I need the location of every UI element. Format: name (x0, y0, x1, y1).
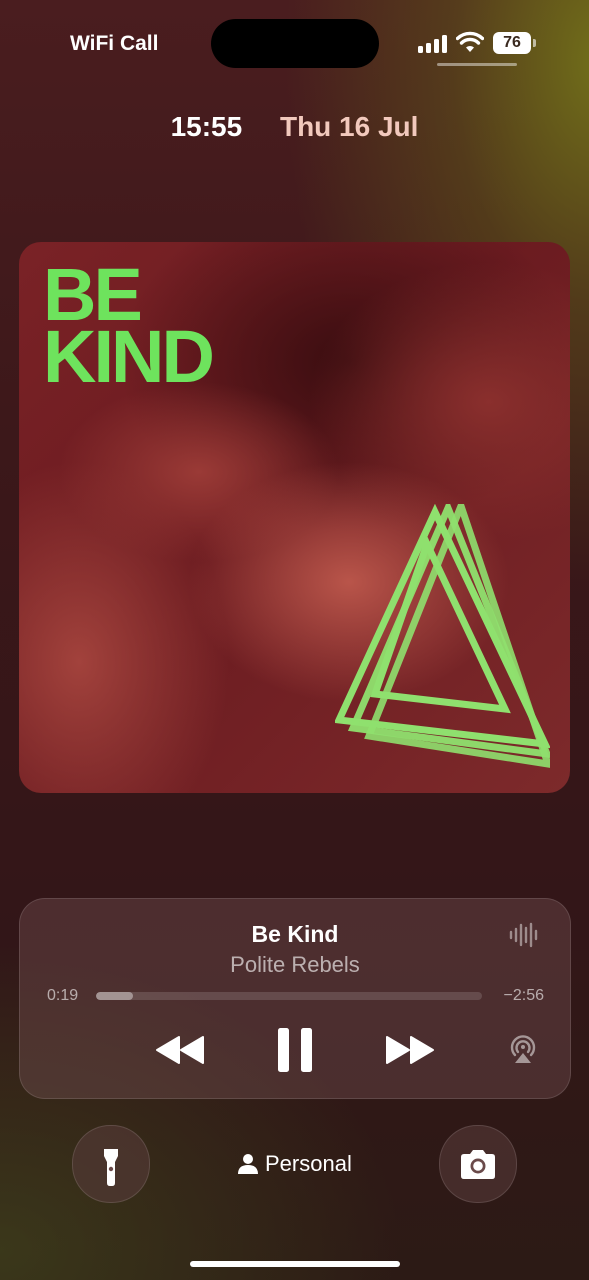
dynamic-island (211, 19, 379, 68)
battery-level: 76 (503, 34, 521, 51)
camera-button[interactable] (439, 1125, 517, 1203)
home-indicator[interactable] (190, 1261, 400, 1267)
triangle-logo-icon (335, 504, 550, 768)
person-icon (238, 1154, 258, 1174)
focus-mode-indicator[interactable]: Personal (238, 1150, 352, 1178)
camera-icon (461, 1150, 495, 1179)
control-center-indicator[interactable] (437, 63, 517, 66)
wifi-icon (456, 31, 484, 52)
artwork-title-line-2: KIND (43, 315, 215, 398)
cellular-signal-icon (418, 33, 448, 53)
pause-icon[interactable] (276, 1027, 314, 1073)
waveform-icon[interactable] (509, 922, 539, 948)
playback-scrubber[interactable] (96, 992, 482, 1000)
carrier-label: WiFi Call (70, 32, 159, 55)
fast-forward-icon[interactable] (385, 1035, 435, 1065)
now-playing-widget[interactable]: Be Kind Polite Rebels 0:19 −2:56 (19, 898, 571, 1099)
airplay-icon[interactable] (507, 1033, 539, 1065)
rewind-icon[interactable] (155, 1035, 205, 1065)
elapsed-time: 0:19 (47, 987, 79, 1004)
album-artwork[interactable]: BE KIND (19, 242, 570, 793)
lock-time-date: 15:55 Thu 16 Jul (0, 111, 589, 143)
battery-icon: 76 (493, 32, 537, 54)
status-bar: WiFi Call 76 (0, 0, 589, 90)
artwork-title: BE KIND (43, 258, 215, 398)
song-artist[interactable]: Polite Rebels (20, 952, 570, 978)
remaining-time: −2:56 (503, 987, 544, 1004)
focus-mode-label: Personal (265, 1151, 352, 1176)
song-title[interactable]: Be Kind (20, 921, 570, 948)
playback-progress-fill (96, 992, 134, 1000)
flashlight-icon (104, 1149, 118, 1186)
flashlight-button[interactable] (72, 1125, 150, 1203)
lock-date: Thu 16 Jul (279, 111, 419, 142)
lock-time: 15:55 (170, 111, 243, 142)
